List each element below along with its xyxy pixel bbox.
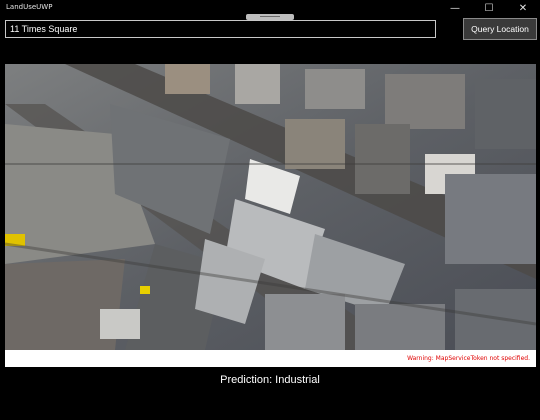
aerial-imagery <box>5 64 536 350</box>
app-title: LandUseUWP <box>6 3 53 11</box>
minimize-icon: — <box>450 2 460 14</box>
aerial-map[interactable] <box>5 64 536 350</box>
close-button[interactable]: ✕ <box>506 0 540 16</box>
location-input[interactable] <box>5 20 436 38</box>
maximize-button[interactable]: ☐ <box>472 0 506 16</box>
minimize-button[interactable]: — <box>438 0 472 16</box>
maximize-icon: ☐ <box>484 2 494 14</box>
query-location-button[interactable]: Query Location <box>463 18 537 40</box>
map-token-warning: Warning: MapServiceToken not specified. <box>407 355 530 362</box>
map-warning-bar: Warning: MapServiceToken not specified. <box>5 350 536 367</box>
prediction-label: Prediction: Industrial <box>220 374 320 386</box>
close-icon: ✕ <box>518 2 528 14</box>
